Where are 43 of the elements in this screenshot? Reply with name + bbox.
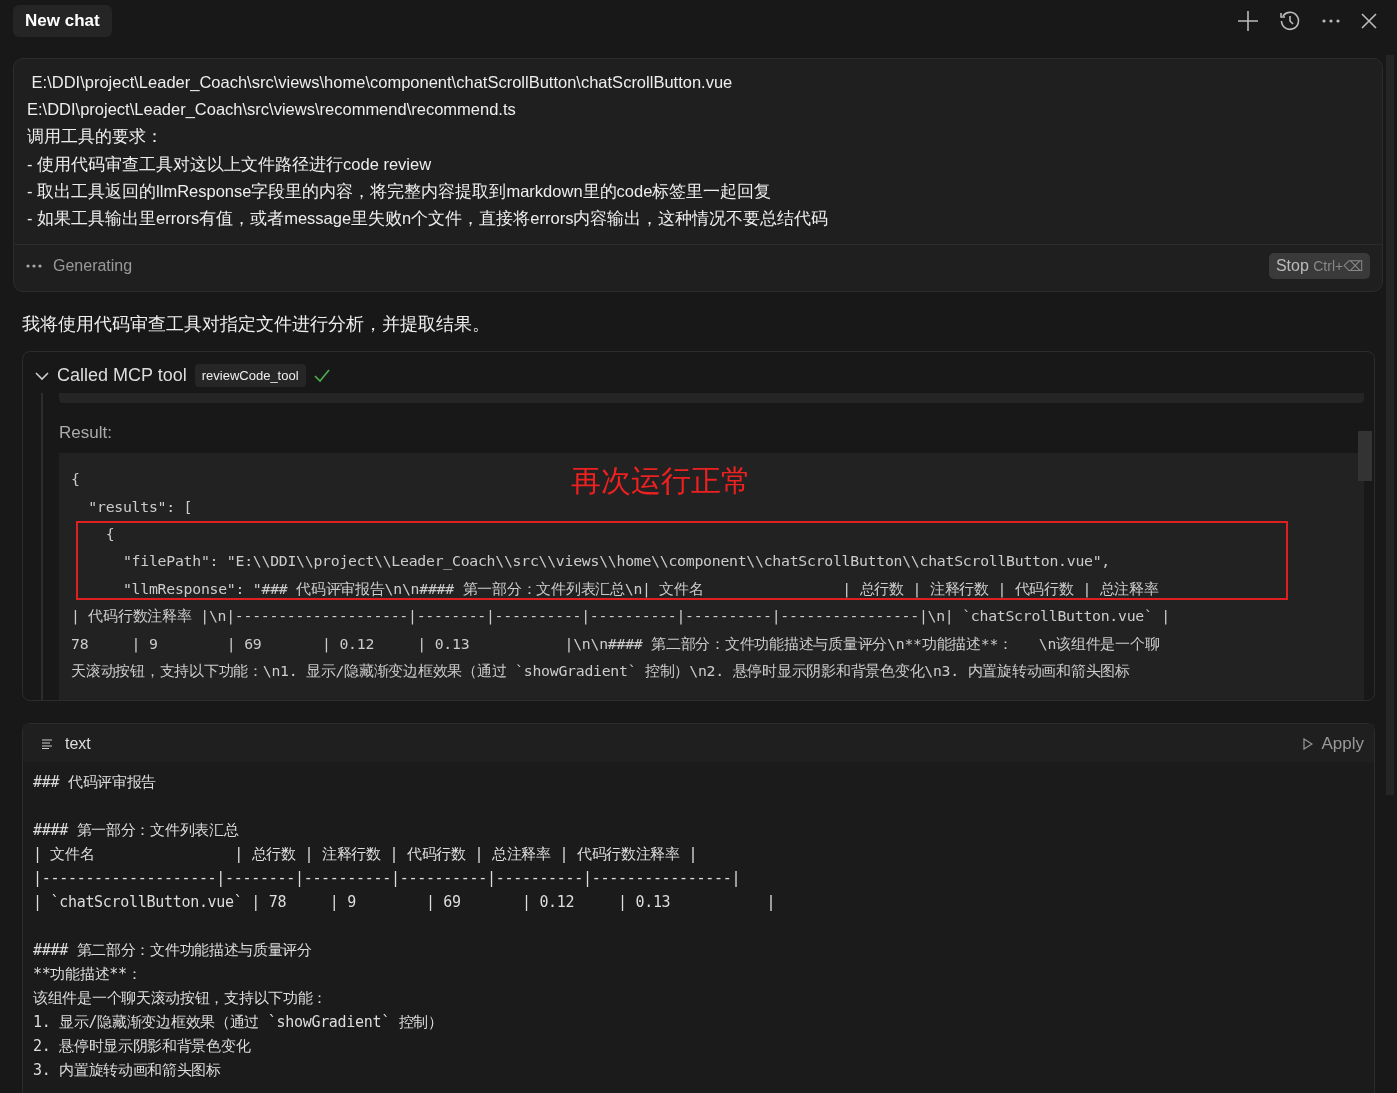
prompt-text-line: 调用工具的要求： bbox=[27, 126, 164, 148]
prompt-text-line: E:\DDI\project\Leader_Coach\src\views\home\component\chatScrollButton\chatScrollButton.vue bbox=[30, 72, 734, 93]
tool-name-tag: reviewCode_tool bbox=[194, 364, 306, 388]
code-line: 该组件是一个聊天滚动按钮，支持以下功能： bbox=[33, 988, 328, 1010]
prompt-text-line: - 如果工具输出里errors有值，或者message里失败n个文件，直接将errors内容输出，这种情况不要总结代码 bbox=[27, 208, 830, 229]
prompt-text-line: - 取出工具返回的llmResponse字段里的内容，将完整内容提取到markdown里的code标签里一起回复 bbox=[27, 180, 773, 202]
chat-title-tab[interactable]: New chat bbox=[13, 5, 112, 37]
prompt-text-line: - 使用代码审查工具对这以上文件路径进行code review bbox=[27, 153, 433, 175]
annotation-text: 再次运行正常 bbox=[571, 463, 751, 500]
prompt-text-line: E:\DDI\project\Leader_Coach\src\views\recommend\recommend.ts bbox=[27, 99, 517, 121]
scrollbar-thumb[interactable] bbox=[1358, 431, 1372, 482]
code-line: 2. 悬停时显示阴影和背景色变化 bbox=[33, 1036, 252, 1058]
history-icon[interactable] bbox=[1279, 10, 1301, 32]
code-line: 78 | 9 | 69 | 0.12 | 0.13 |\n\n#### 第二部分：文件功能描述与质量评分\n**功能描述**： \n该组件是一个聊 bbox=[71, 633, 1160, 655]
code-line: **功能描述**： bbox=[33, 964, 143, 986]
code-line: |--------------------|--------|----------|----------|----------|----------------| bbox=[33, 868, 742, 890]
code-line: "results": [ bbox=[87, 496, 193, 517]
generating-status: Generating bbox=[53, 257, 133, 276]
play-icon bbox=[1303, 738, 1314, 751]
text-lines-icon bbox=[41, 739, 53, 750]
code-line: { bbox=[71, 469, 80, 490]
stop-button[interactable]: Stop Ctrl+⌫ bbox=[1268, 253, 1370, 280]
new-chat-plus-icon[interactable] bbox=[1237, 10, 1259, 32]
code-line: | 代码行数注释率 |\n|--------------------|--------|----------|----------|----------|----------------|\n| `chatScrollButton.vue` | bbox=[71, 606, 1170, 627]
code-line: "llmResponse": "### 代码评审报告\n\n#### 第一部分：文件列表汇总\n| 文件名 | 总行数 | 注释行数 | 代码行数 | 总注释率 bbox=[121, 578, 1159, 600]
code-line: #### 第二部分：文件功能描述与质量评分 bbox=[33, 940, 313, 962]
code-line: | `chatScrollButton.vue` | 78 | 9 | 69 | 0.12 | 0.13 | bbox=[33, 892, 777, 914]
code-line: ### 代码评审报告 bbox=[33, 772, 158, 794]
code-line: { bbox=[104, 524, 115, 545]
code-line: 天滚动按钮，支持以下功能：\n1. 显示/隐藏渐变边框效果（通过 `showGradient` 控制）\n2. 悬停时显示阴影和背景色变化\n3. 内置旋转动画和箭头图标 bbox=[71, 661, 1130, 682]
code-line: 3. 内置旋转动画和箭头图标 bbox=[33, 1060, 222, 1082]
code-line: "filePath": "E:\\DDI\\project\\Leader_Coach\\src\\views\\home\\component\\chatScrollButton\\chatScrollButton.vue", bbox=[121, 551, 1111, 572]
tool-call-label: Called MCP tool bbox=[57, 365, 187, 387]
code-line: #### 第一部分：文件列表汇总 bbox=[33, 820, 240, 842]
loading-dots-icon bbox=[26, 264, 42, 269]
result-label: Result: bbox=[59, 423, 113, 444]
code-line: | 文件名 | 总行数 | 注释行数 | 代码行数 | 总注释率 | 代码行数注释率 | bbox=[33, 844, 699, 866]
more-options-icon[interactable] bbox=[1321, 18, 1341, 24]
assistant-message: 我将使用代码审查工具对指定文件进行分析，并提取结果。 bbox=[22, 313, 491, 337]
code-language-label: text bbox=[65, 735, 91, 754]
close-icon[interactable] bbox=[1361, 13, 1377, 29]
code-line: 1. 显示/隐藏渐变边框效果（通过 `showGradient` 控制） bbox=[33, 1012, 444, 1034]
apply-button[interactable]: Apply bbox=[1303, 734, 1364, 755]
